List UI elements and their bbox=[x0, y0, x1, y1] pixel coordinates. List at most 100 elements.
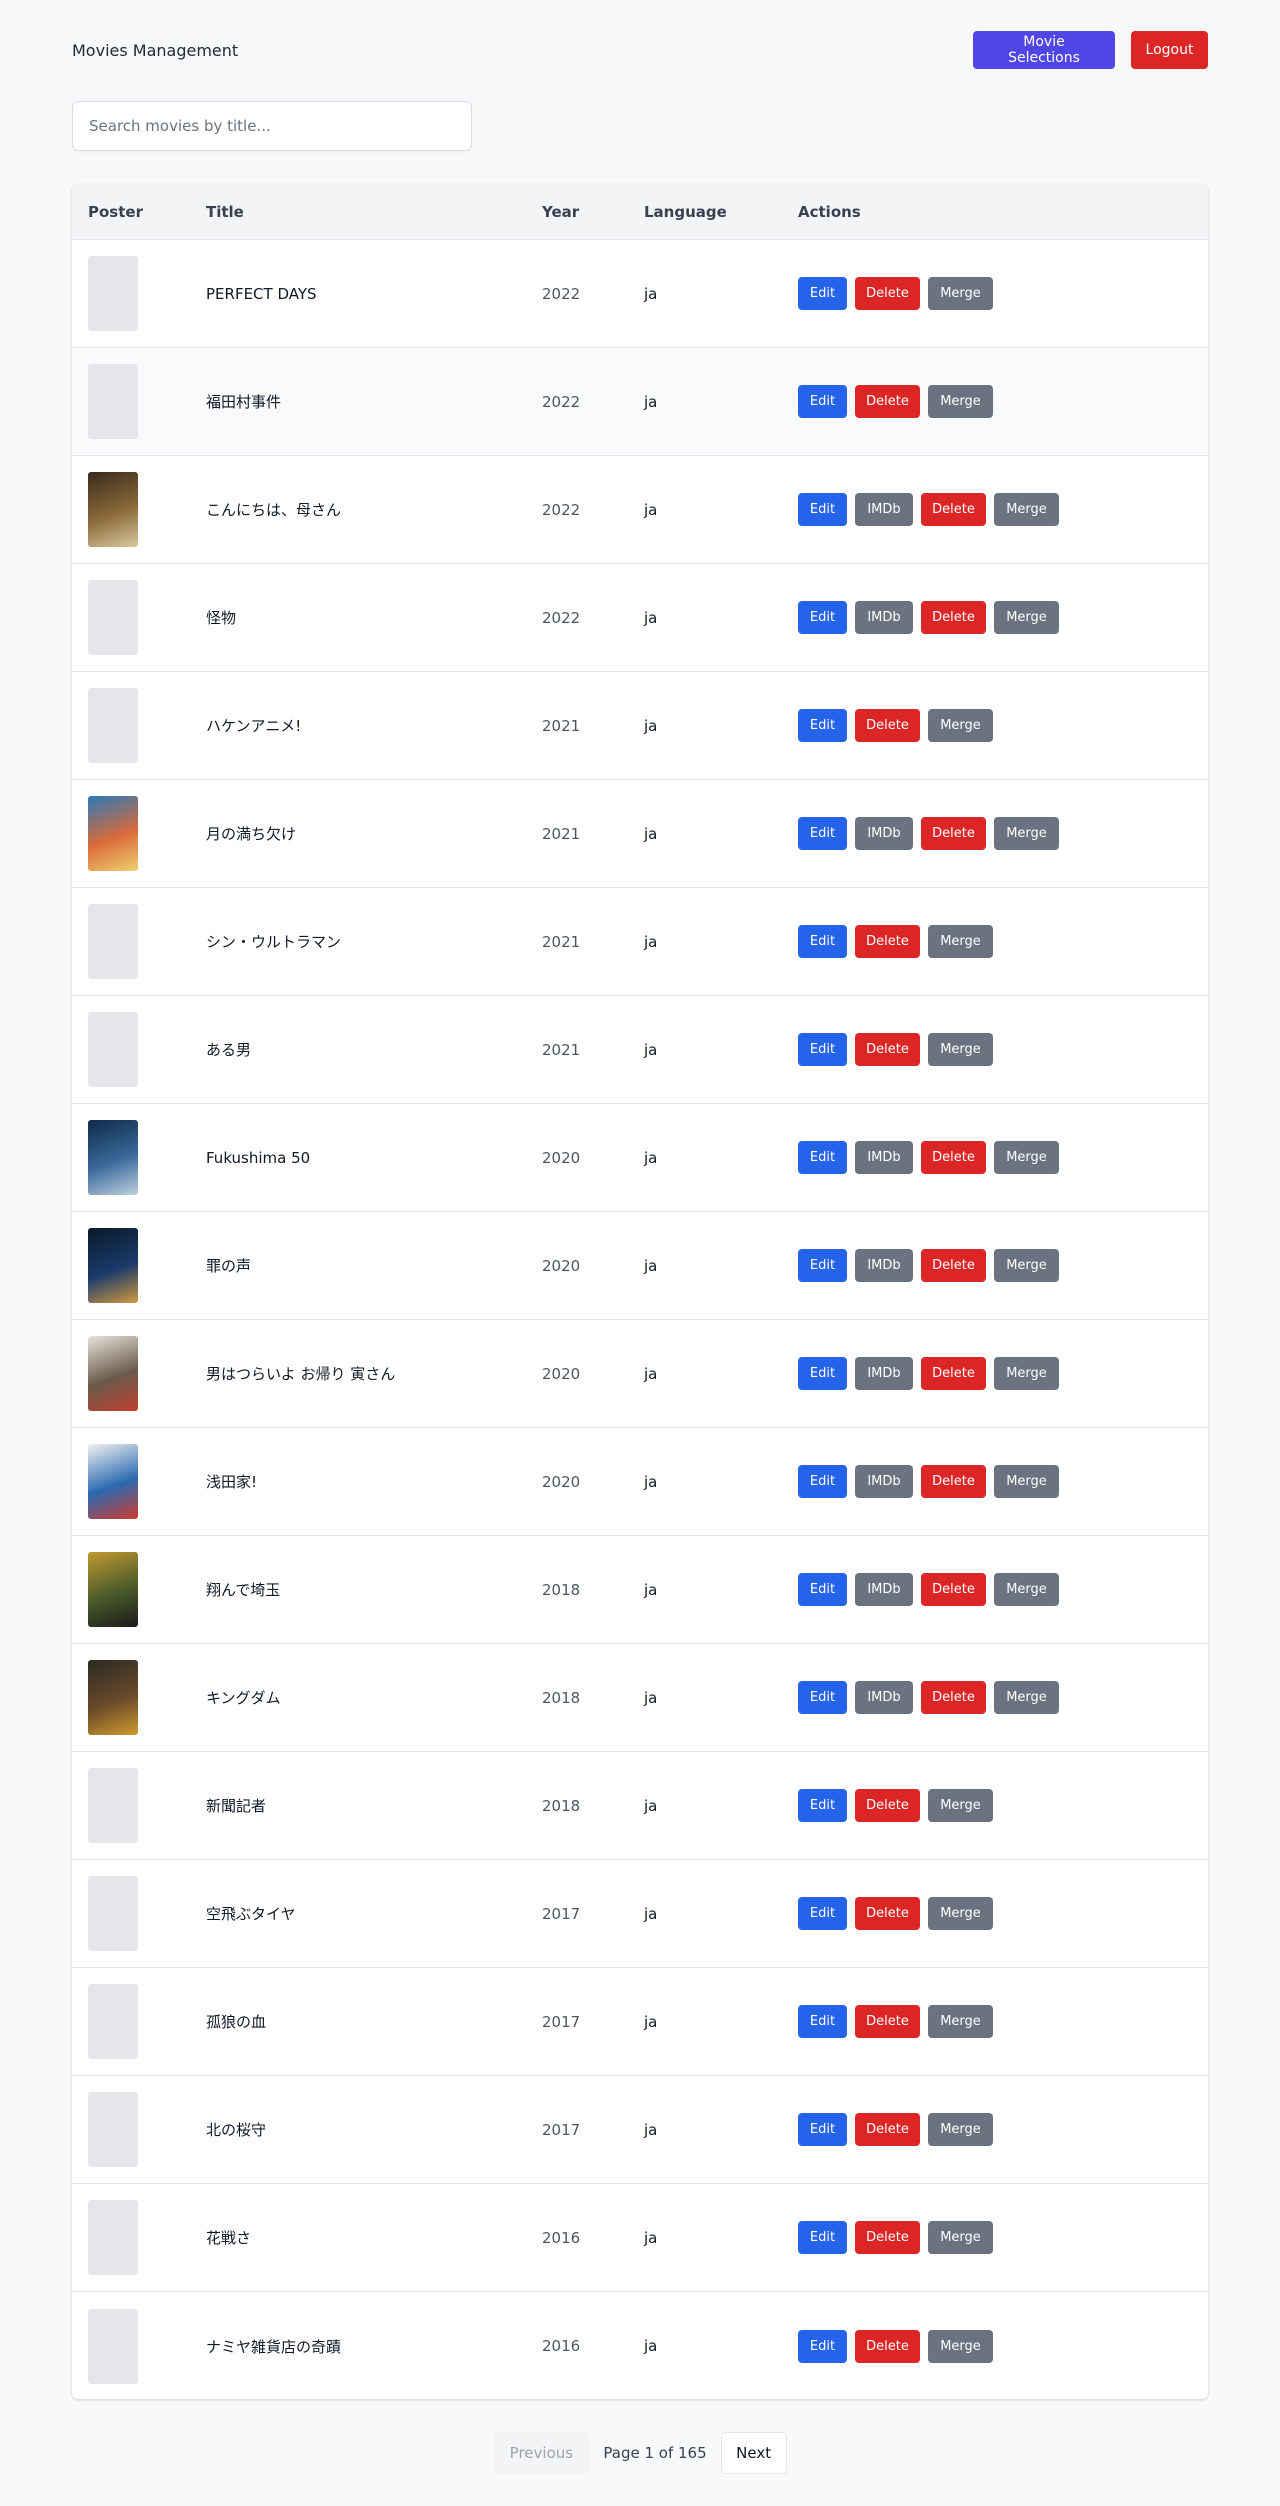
edit-button[interactable]: Edit bbox=[798, 1141, 847, 1174]
merge-button[interactable]: Merge bbox=[928, 709, 993, 742]
row-actions: Edit IMDb Delete Merge bbox=[798, 1465, 1208, 1498]
movie-language: ja bbox=[644, 1256, 658, 1275]
edit-button[interactable]: Edit bbox=[798, 1789, 847, 1822]
imdb-button[interactable]: IMDb bbox=[855, 817, 913, 850]
edit-button[interactable]: Edit bbox=[798, 277, 847, 310]
merge-button[interactable]: Merge bbox=[928, 1897, 993, 1930]
delete-button[interactable]: Delete bbox=[921, 1357, 986, 1390]
edit-button[interactable]: Edit bbox=[798, 2113, 847, 2146]
table-row: Fukushima 50 2020 ja Edit IMDb Delete Merge bbox=[72, 1104, 1208, 1212]
imdb-button[interactable]: IMDb bbox=[855, 1465, 913, 1498]
merge-button[interactable]: Merge bbox=[994, 493, 1059, 526]
edit-button[interactable]: Edit bbox=[798, 1681, 847, 1714]
merge-button[interactable]: Merge bbox=[928, 2005, 993, 2038]
imdb-button[interactable]: IMDb bbox=[855, 1357, 913, 1390]
table-row: 怪物 2022 ja Edit IMDb Delete Merge bbox=[72, 564, 1208, 672]
edit-button[interactable]: Edit bbox=[798, 2221, 847, 2254]
movie-year: 2018 bbox=[542, 1580, 581, 1599]
merge-button[interactable]: Merge bbox=[928, 925, 993, 958]
movie-title: 罪の声 bbox=[206, 1257, 252, 1275]
logout-button[interactable]: Logout bbox=[1131, 31, 1208, 69]
merge-button[interactable]: Merge bbox=[928, 277, 993, 310]
delete-button[interactable]: Delete bbox=[921, 1573, 986, 1606]
imdb-button[interactable]: IMDb bbox=[855, 1249, 913, 1282]
merge-button[interactable]: Merge bbox=[994, 1465, 1059, 1498]
delete-button[interactable]: Delete bbox=[855, 2221, 920, 2254]
edit-button[interactable]: Edit bbox=[798, 601, 847, 634]
edit-button[interactable]: Edit bbox=[798, 925, 847, 958]
table-row: こんにちは、母さん 2022 ja Edit IMDb Delete Merge bbox=[72, 456, 1208, 564]
edit-button[interactable]: Edit bbox=[798, 1357, 847, 1390]
merge-button[interactable]: Merge bbox=[928, 2113, 993, 2146]
movie-year: 2020 bbox=[542, 1148, 581, 1167]
merge-button[interactable]: Merge bbox=[928, 2221, 993, 2254]
merge-button[interactable]: Merge bbox=[994, 601, 1059, 634]
delete-button[interactable]: Delete bbox=[921, 1681, 986, 1714]
previous-page-button[interactable]: Previous bbox=[493, 2432, 590, 2474]
poster-placeholder bbox=[88, 2308, 138, 2384]
imdb-button[interactable]: IMDb bbox=[855, 1573, 913, 1606]
movie-title: こんにちは、母さん bbox=[206, 501, 342, 519]
imdb-button[interactable]: IMDb bbox=[855, 493, 913, 526]
column-header-language: Language bbox=[644, 202, 727, 221]
edit-button[interactable]: Edit bbox=[798, 2005, 847, 2038]
edit-button[interactable]: Edit bbox=[798, 817, 847, 850]
delete-button[interactable]: Delete bbox=[921, 817, 986, 850]
merge-button[interactable]: Merge bbox=[994, 1249, 1059, 1282]
imdb-button[interactable]: IMDb bbox=[855, 1141, 913, 1174]
delete-button[interactable]: Delete bbox=[855, 925, 920, 958]
delete-button[interactable]: Delete bbox=[855, 1789, 920, 1822]
poster-placeholder bbox=[88, 580, 138, 655]
movie-year: 2016 bbox=[542, 2337, 581, 2355]
movie-title: ナミヤ雑貨店の奇蹟 bbox=[206, 2337, 342, 2356]
search-input[interactable] bbox=[72, 101, 472, 151]
edit-button[interactable]: Edit bbox=[798, 1573, 847, 1606]
merge-button[interactable]: Merge bbox=[994, 1573, 1059, 1606]
movie-title: 新聞記者 bbox=[206, 1797, 267, 1815]
delete-button[interactable]: Delete bbox=[921, 1249, 986, 1282]
movie-selections-button[interactable]: Movie Selections bbox=[973, 31, 1115, 69]
movie-language: ja bbox=[644, 1148, 658, 1167]
delete-button[interactable]: Delete bbox=[921, 1141, 986, 1174]
imdb-button[interactable]: IMDb bbox=[855, 601, 913, 634]
table-row: 孤狼の血 2017 ja Edit Delete Merge bbox=[72, 1968, 1208, 2076]
delete-button[interactable]: Delete bbox=[921, 493, 986, 526]
poster-cell bbox=[72, 688, 190, 763]
delete-button[interactable]: Delete bbox=[855, 277, 920, 310]
merge-button[interactable]: Merge bbox=[928, 1789, 993, 1822]
delete-button[interactable]: Delete bbox=[855, 2329, 920, 2363]
delete-button[interactable]: Delete bbox=[855, 1897, 920, 1930]
edit-button[interactable]: Edit bbox=[798, 1033, 847, 1066]
poster-cell bbox=[72, 1444, 190, 1519]
delete-button[interactable]: Delete bbox=[921, 601, 986, 634]
delete-button[interactable]: Delete bbox=[855, 709, 920, 742]
delete-button[interactable]: Delete bbox=[855, 385, 920, 418]
imdb-button[interactable]: IMDb bbox=[855, 1681, 913, 1714]
delete-button[interactable]: Delete bbox=[921, 1465, 986, 1498]
poster-image bbox=[88, 1120, 138, 1195]
edit-button[interactable]: Edit bbox=[798, 1465, 847, 1498]
edit-button[interactable]: Edit bbox=[798, 1249, 847, 1282]
merge-button[interactable]: Merge bbox=[994, 1681, 1059, 1714]
merge-button[interactable]: Merge bbox=[928, 385, 993, 418]
merge-button[interactable]: Merge bbox=[994, 817, 1059, 850]
next-page-button[interactable]: Next bbox=[720, 2432, 787, 2474]
delete-button[interactable]: Delete bbox=[855, 1033, 920, 1066]
delete-button[interactable]: Delete bbox=[855, 2113, 920, 2146]
edit-button[interactable]: Edit bbox=[798, 493, 847, 526]
merge-button[interactable]: Merge bbox=[994, 1141, 1059, 1174]
merge-button[interactable]: Merge bbox=[928, 2329, 993, 2363]
edit-button[interactable]: Edit bbox=[798, 2329, 847, 2363]
edit-button[interactable]: Edit bbox=[798, 709, 847, 742]
edit-button[interactable]: Edit bbox=[798, 385, 847, 418]
row-actions: Edit IMDb Delete Merge bbox=[798, 1357, 1208, 1390]
movie-title: Fukushima 50 bbox=[206, 1148, 311, 1167]
actions-cell: Edit IMDb Delete Merge bbox=[782, 1357, 1208, 1390]
actions-cell: Edit Delete Merge bbox=[782, 1789, 1208, 1822]
row-actions: Edit IMDb Delete Merge bbox=[798, 1141, 1208, 1174]
merge-button[interactable]: Merge bbox=[994, 1357, 1059, 1390]
merge-button[interactable]: Merge bbox=[928, 1033, 993, 1066]
delete-button[interactable]: Delete bbox=[855, 2005, 920, 2038]
edit-button[interactable]: Edit bbox=[798, 1897, 847, 1930]
movie-year: 2018 bbox=[542, 1796, 581, 1815]
